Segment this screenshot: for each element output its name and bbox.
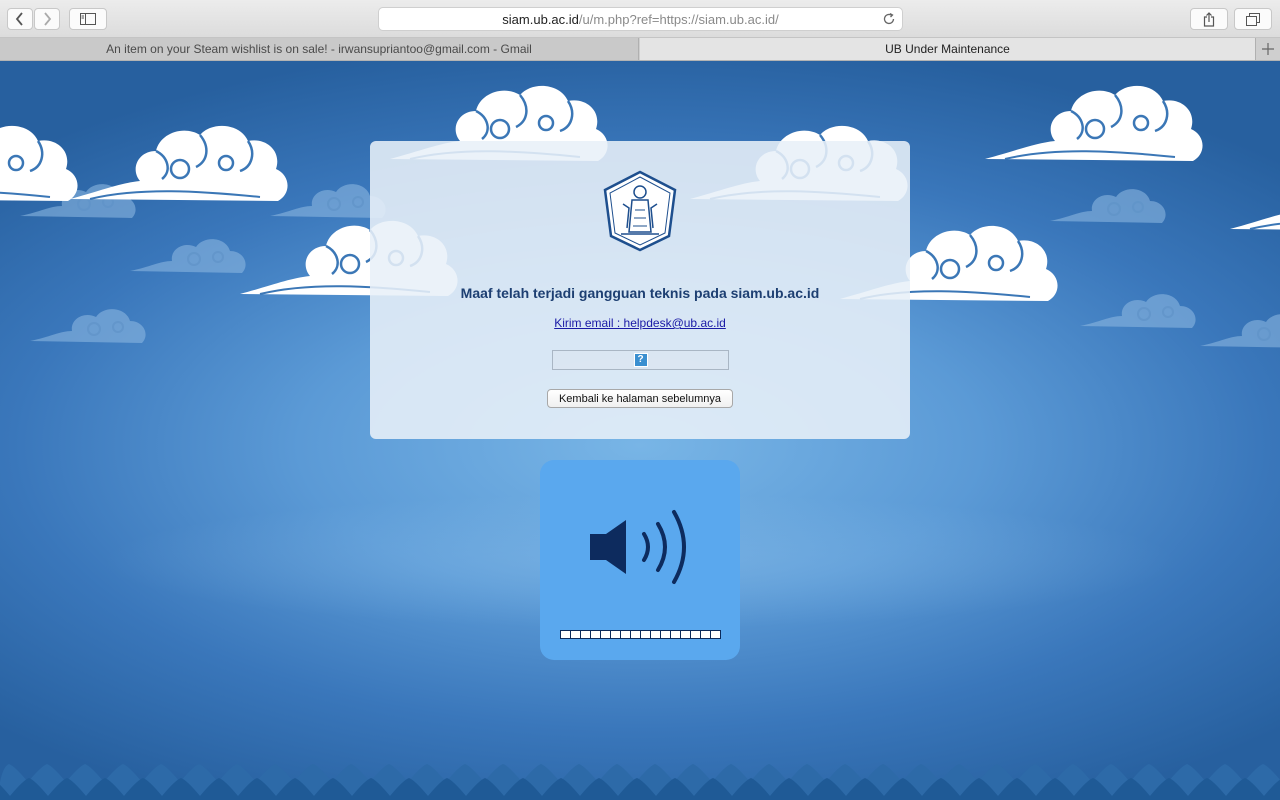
volume-segment bbox=[701, 631, 710, 638]
volume-segment bbox=[671, 631, 680, 638]
volume-segment bbox=[631, 631, 640, 638]
cloud-icon bbox=[983, 84, 1204, 163]
forward-nav-button[interactable] bbox=[34, 8, 60, 30]
sidebar-icon bbox=[80, 13, 96, 25]
cloud-icon bbox=[0, 124, 79, 203]
background-cloud-icon bbox=[30, 308, 147, 344]
volume-segment bbox=[641, 631, 650, 638]
reload-icon[interactable] bbox=[882, 12, 896, 26]
tab-ub-maintenance[interactable]: UB Under Maintenance bbox=[640, 38, 1255, 60]
error-heading: Maaf telah terjadi gangguan teknis pada … bbox=[460, 285, 820, 301]
volume-segment bbox=[621, 631, 630, 638]
speaker-volume-icon bbox=[590, 510, 686, 584]
share-button[interactable] bbox=[1190, 8, 1228, 30]
volume-segment bbox=[661, 631, 670, 638]
back-nav-button[interactable] bbox=[7, 8, 33, 30]
plus-icon bbox=[1262, 43, 1274, 55]
volume-segment bbox=[591, 631, 600, 638]
volume-segment bbox=[561, 631, 570, 638]
share-icon bbox=[1203, 11, 1215, 27]
waves-decoration bbox=[0, 764, 1280, 800]
email-link-wrap: Kirim email : helpdesk@ub.ac.id bbox=[370, 316, 910, 330]
missing-plugin-icon: ? bbox=[633, 353, 648, 367]
tab-gmail[interactable]: An item on your Steam wishlist is on sal… bbox=[0, 38, 639, 60]
tabs-icon bbox=[1246, 12, 1260, 26]
missing-plugin-box[interactable]: ? bbox=[552, 350, 729, 370]
new-tab-button[interactable] bbox=[1255, 38, 1280, 60]
volume-segment bbox=[681, 631, 690, 638]
browser-toolbar: siam.ub.ac.id/u/m.php?ref=https://siam.u… bbox=[0, 0, 1280, 38]
chevron-right-icon bbox=[44, 12, 52, 26]
back-to-previous-button[interactable]: Kembali ke halaman sebelumnya bbox=[547, 389, 733, 408]
tabs-overview-button[interactable] bbox=[1234, 8, 1272, 30]
background-cloud-icon bbox=[1200, 313, 1280, 349]
helpdesk-email-link[interactable]: Kirim email : helpdesk@ub.ac.id bbox=[554, 316, 726, 330]
maintenance-page: Maaf telah terjadi gangguan teknis pada … bbox=[0, 61, 1280, 800]
cloud-icon bbox=[68, 124, 289, 203]
url-path: /u/m.php?ref=https://siam.ub.ac.id/ bbox=[578, 11, 779, 27]
cloud-icon bbox=[1228, 154, 1280, 233]
volume-overlay bbox=[540, 460, 740, 660]
volume-segment bbox=[581, 631, 590, 638]
address-bar[interactable]: siam.ub.ac.id/u/m.php?ref=https://siam.u… bbox=[378, 7, 903, 31]
maintenance-card: Maaf telah terjadi gangguan teknis pada … bbox=[370, 141, 910, 439]
volume-segment bbox=[571, 631, 580, 638]
volume-segment bbox=[611, 631, 620, 638]
volume-segment bbox=[691, 631, 700, 638]
tab-bar: An item on your Steam wishlist is on sal… bbox=[0, 38, 1280, 61]
volume-segment bbox=[601, 631, 610, 638]
background-cloud-icon bbox=[1080, 293, 1197, 329]
sidebar-toggle-button[interactable] bbox=[69, 8, 107, 30]
volume-level-bar bbox=[560, 630, 721, 639]
url-host: siam.ub.ac.id bbox=[502, 11, 579, 27]
volume-segment bbox=[651, 631, 660, 638]
chevron-left-icon bbox=[15, 12, 23, 26]
university-crest-icon bbox=[603, 170, 677, 252]
volume-segment bbox=[711, 631, 720, 638]
